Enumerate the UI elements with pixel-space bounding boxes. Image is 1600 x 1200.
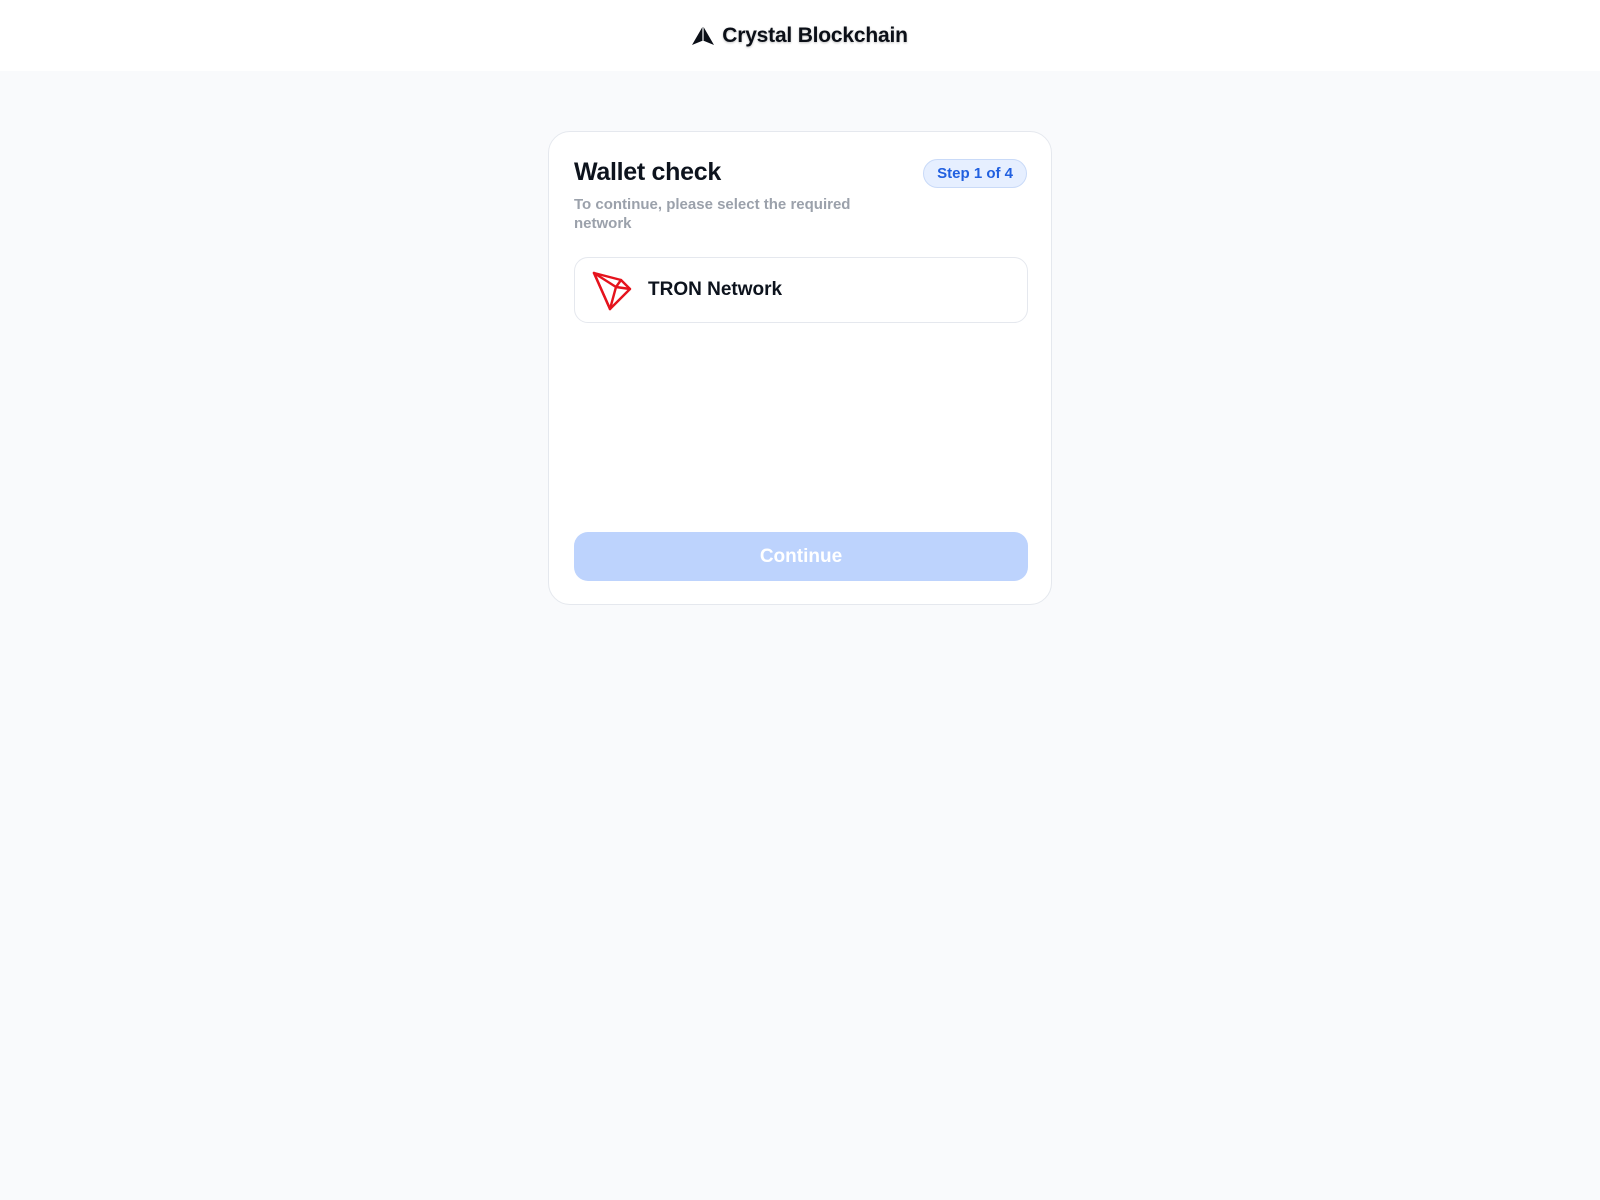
brand-logo[interactable]: Crystal Blockchain <box>692 23 908 48</box>
tron-logo-icon <box>592 271 632 311</box>
network-name: TRON Network <box>648 279 783 300</box>
continue-button[interactable]: Continue <box>574 532 1028 581</box>
card-subtitle: To continue, please select the required … <box>574 196 851 232</box>
network-option-tron[interactable]: TRON Network <box>574 257 1028 323</box>
step-badge: Step 1 of 4 <box>923 159 1027 188</box>
top-bar: Crystal Blockchain <box>0 0 1600 71</box>
wallet-check-card: Wallet check Step 1 of 4 To continue, pl… <box>548 131 1052 605</box>
crystal-logo-icon <box>692 25 715 45</box>
card-title: Wallet check <box>574 158 721 186</box>
brand-name: Crystal Blockchain <box>722 23 908 47</box>
